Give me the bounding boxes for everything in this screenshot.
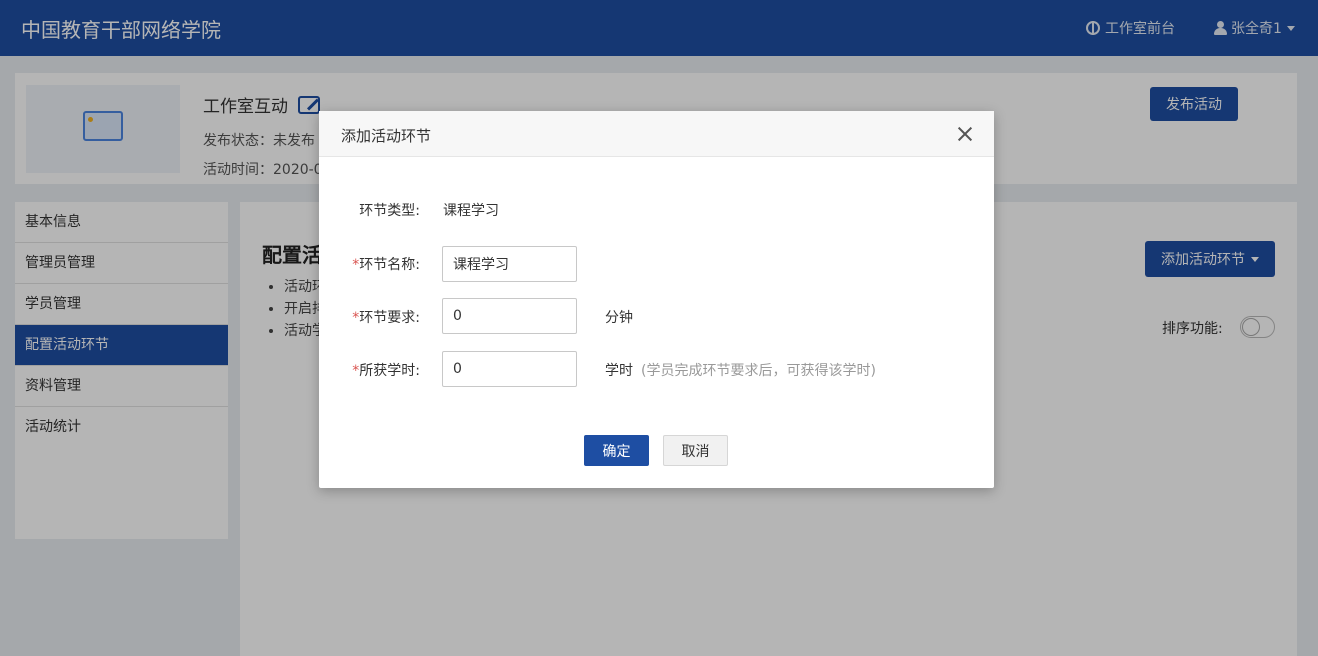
step-type-value: 课程学习: [443, 203, 499, 219]
step-requirement-label: 环节要求:: [359, 310, 420, 326]
step-name-label: 环节名称:: [359, 257, 420, 273]
credit-hours-label-wrap: *所获学时:: [352, 360, 420, 380]
credit-hours-unit-row: 学时 (学员完成环节要求后，可获得该学时): [605, 360, 876, 380]
credit-hours-label: 所获学时:: [359, 363, 420, 379]
step-type-label: 环节类型:: [359, 203, 420, 219]
modal-header: 添加活动环节: [319, 111, 994, 157]
step-name-input[interactable]: [442, 246, 577, 282]
credit-hours-unit: 学时: [605, 363, 633, 379]
add-step-modal: 添加活动环节 环节类型: 课程学习 *环节名称: *环节要求: 分钟 *所获学时…: [319, 111, 994, 488]
close-icon[interactable]: [957, 126, 973, 142]
requirement-unit: 分钟: [605, 310, 633, 326]
credit-hours-input[interactable]: [442, 351, 577, 387]
confirm-button[interactable]: 确定: [584, 435, 649, 466]
credit-hours-hint: (学员完成环节要求后，可获得该学时): [641, 363, 876, 379]
modal-title: 添加活动环节: [341, 127, 432, 145]
step-requirement-input[interactable]: [442, 298, 577, 334]
cancel-button[interactable]: 取消: [663, 435, 728, 466]
step-requirement-label-wrap: *环节要求:: [352, 307, 420, 327]
step-name-label-wrap: *环节名称:: [352, 254, 420, 274]
